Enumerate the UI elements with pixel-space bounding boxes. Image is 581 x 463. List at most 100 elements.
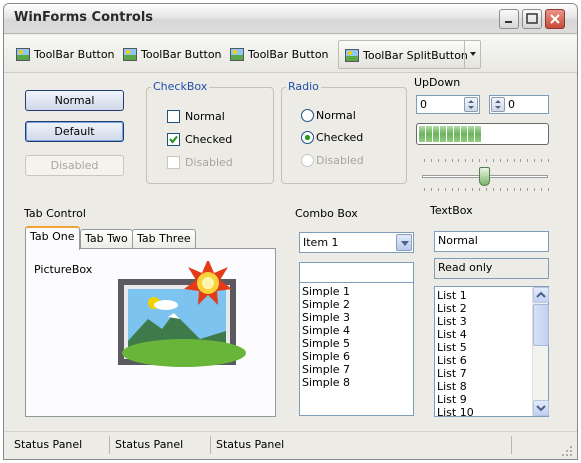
- close-button[interactable]: [545, 9, 565, 29]
- progress-segment: [461, 126, 467, 142]
- slider-tick: [520, 159, 521, 162]
- slider-tick: [541, 159, 542, 162]
- split-button-main[interactable]: ToolBar SplitButton: [341, 44, 472, 66]
- textbox-normal[interactable]: Normal: [434, 231, 549, 252]
- list-scrollbar[interactable]: [532, 287, 549, 416]
- combo-list-item[interactable]: Simple 7: [302, 363, 350, 376]
- combo-list-item[interactable]: Simple 6: [302, 350, 350, 363]
- text-list-item[interactable]: List 3: [437, 315, 467, 328]
- text-list-item[interactable]: List 7: [437, 367, 467, 380]
- maximize-icon: [526, 13, 538, 24]
- tab-three[interactable]: Tab Three: [132, 229, 196, 249]
- spin-arrows-icon[interactable]: [491, 97, 505, 112]
- slider-tick: [493, 159, 494, 162]
- numeric-updown-1[interactable]: 0: [416, 95, 480, 114]
- resize-grip-icon[interactable]: [560, 444, 574, 458]
- combo-list-item[interactable]: Simple 5: [302, 337, 350, 350]
- combo-list-item[interactable]: Simple 2: [302, 298, 350, 311]
- tab-two[interactable]: Tab Two: [80, 229, 133, 249]
- window-title: WinForms Controls: [14, 10, 154, 25]
- split-dropdown-arrow-icon[interactable]: [464, 41, 480, 68]
- toolbar-button-1[interactable]: ToolBar Button: [12, 43, 119, 65]
- checkbox-group: CheckBox Normal Checked Disabled: [146, 80, 274, 184]
- checkbox-checked[interactable]: [167, 133, 180, 146]
- text-list-item[interactable]: List 6: [437, 354, 467, 367]
- scroll-up-button[interactable]: [533, 287, 549, 303]
- combo-box-title: Combo Box: [295, 207, 358, 220]
- picture-icon: [123, 47, 137, 61]
- slider-tick: [548, 188, 549, 191]
- default-button[interactable]: Default: [25, 121, 124, 142]
- text-list-item[interactable]: List 10: [437, 406, 474, 419]
- slider-tick: [431, 159, 432, 162]
- text-list-item[interactable]: List 8: [437, 380, 467, 393]
- scroll-thumb[interactable]: [533, 304, 549, 346]
- slider-tick: [424, 159, 425, 162]
- slider-tick: [472, 159, 473, 162]
- radio-normal[interactable]: [301, 109, 314, 122]
- text-list-item[interactable]: List 5: [437, 341, 467, 354]
- combo-selected-value: Item 1: [303, 236, 339, 249]
- slider-tick: [534, 188, 535, 191]
- combo-simple-list[interactable]: Simple 1 Simple 2 Simple 3 Simple 4 Simple 5…: [299, 282, 414, 416]
- chevron-down-icon: [536, 405, 546, 412]
- progress-segment: [454, 126, 460, 142]
- maximize-button[interactable]: [522, 9, 542, 29]
- text-list-item[interactable]: List 9: [437, 393, 467, 406]
- updown-title: UpDown: [414, 76, 461, 89]
- slider-tick: [438, 159, 439, 162]
- split-button-label: ToolBar SplitButton: [363, 48, 468, 62]
- scroll-down-button[interactable]: [533, 400, 549, 416]
- text-list-item[interactable]: List 4: [437, 328, 467, 341]
- toolbar-button-label: ToolBar Button: [248, 47, 329, 61]
- checkbox-disabled-label: Disabled: [185, 156, 233, 169]
- combo-box-dropdown[interactable]: Item 1: [299, 232, 414, 253]
- text-list-item[interactable]: List 1: [437, 289, 467, 302]
- progress-segment: [468, 126, 474, 142]
- picture-icon: [230, 47, 244, 61]
- chevron-down-icon[interactable]: [396, 234, 412, 251]
- combo-list-item[interactable]: Simple 1: [302, 285, 350, 298]
- radio-dot-icon: [304, 134, 311, 141]
- combo-box-simple-input[interactable]: [299, 262, 414, 283]
- slider-tick: [514, 188, 515, 191]
- textbox-title: TextBox: [430, 204, 473, 217]
- checkbox-checked-label: Checked: [185, 133, 233, 146]
- toolbar-button-3[interactable]: ToolBar Button: [226, 43, 333, 65]
- slider-tick: [514, 159, 515, 162]
- combo-list-item[interactable]: Simple 8: [302, 376, 350, 389]
- combo-list-item[interactable]: Simple 4: [302, 324, 350, 337]
- spin-arrows-icon[interactable]: [464, 97, 478, 112]
- tab-one[interactable]: Tab One: [25, 226, 80, 250]
- toolbar-button-2[interactable]: ToolBar Button: [119, 43, 226, 65]
- slider-tick: [445, 159, 446, 162]
- slider-tick: [527, 159, 528, 162]
- radio-checked[interactable]: [301, 131, 314, 144]
- radio-disabled: [301, 154, 314, 167]
- text-list-box[interactable]: List 1 List 2 List 3 List 4 List 5 List 6 List…: [434, 286, 549, 419]
- slider-tick: [452, 159, 453, 162]
- minimize-button[interactable]: [499, 9, 519, 29]
- title-bar[interactable]: WinForms Controls: [4, 4, 577, 34]
- slider-tick: [438, 188, 439, 191]
- normal-button[interactable]: Normal: [25, 90, 124, 111]
- slider-tick: [534, 159, 535, 162]
- textbox-readonly: Read only: [434, 258, 549, 279]
- radio-group-title: Radio: [286, 80, 321, 93]
- combo-list-item[interactable]: Simple 3: [302, 311, 350, 324]
- progress-bar: [416, 123, 549, 145]
- updown-arrows-icon: [495, 100, 501, 109]
- slider-tick: [507, 159, 508, 162]
- toolbar-split-button[interactable]: ToolBar SplitButton: [338, 40, 481, 69]
- radio-group: Radio Normal Checked Disabled: [281, 80, 407, 184]
- slider-thumb[interactable]: [479, 167, 490, 186]
- minimize-icon: [505, 21, 512, 23]
- numeric-updown-2-value: 0: [508, 98, 515, 111]
- status-panel-3: Status Panel: [212, 436, 512, 454]
- checkbox-normal[interactable]: [167, 110, 180, 123]
- slider-tick: [452, 188, 453, 191]
- numeric-updown-2[interactable]: 0: [489, 95, 549, 114]
- radio-checked-label: Checked: [316, 131, 364, 144]
- text-list-item[interactable]: List 2: [437, 302, 467, 315]
- slider-tick: [458, 188, 459, 191]
